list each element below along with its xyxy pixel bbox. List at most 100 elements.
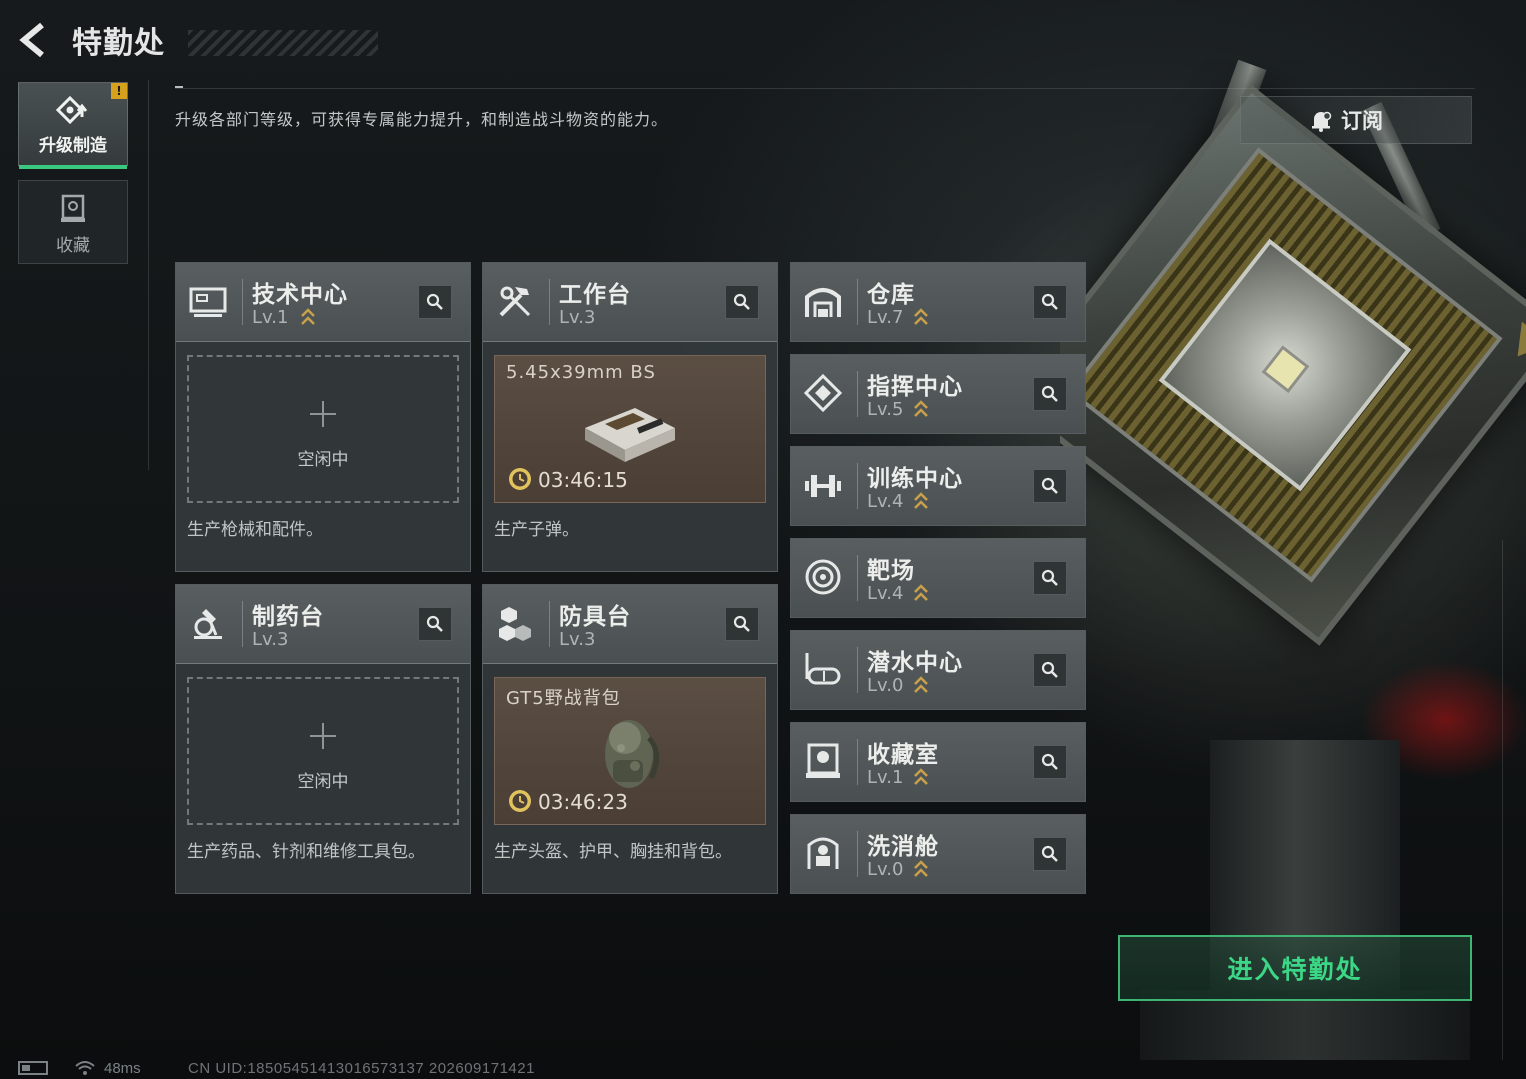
plus-icon xyxy=(310,401,336,427)
search-icon xyxy=(1041,845,1058,862)
frame-line xyxy=(148,80,149,470)
card-level: Lv.4 xyxy=(867,583,904,604)
search-icon xyxy=(1041,293,1058,310)
item-name: GT5野战背包 xyxy=(506,688,621,709)
production-slot-active[interactable]: GT5野战背包 03:46:23 xyxy=(494,677,766,825)
workshop-card-tech-center: 技术中心 Lv.1 空闲中 生产枪械和配件。 xyxy=(175,262,471,572)
production-slot-idle[interactable]: 空闲中 xyxy=(187,355,459,503)
upgrade-available-icon xyxy=(914,492,928,509)
upgrade-icon xyxy=(56,95,88,125)
card-title: 技术中心 xyxy=(252,282,348,308)
header-divider xyxy=(242,601,243,647)
wifi-icon xyxy=(75,1061,95,1075)
tab-collection[interactable]: 收藏 xyxy=(18,180,128,264)
microscope-icon xyxy=(194,609,222,639)
search-icon xyxy=(733,615,750,632)
tab-label: 升级制造 xyxy=(39,136,107,156)
facility-card-diving-center[interactable]: 潜水中心 Lv.0 xyxy=(790,630,1086,710)
card-level: Lv.1 xyxy=(252,307,289,328)
card-description: 生产药品、针剂和维修工具包。 xyxy=(187,842,425,862)
tab-label: 收藏 xyxy=(56,236,90,256)
card-level: Lv.0 xyxy=(867,675,904,696)
search-icon xyxy=(1041,569,1058,586)
diving-mask-icon xyxy=(805,653,841,685)
search-icon xyxy=(1041,385,1058,402)
details-search-button[interactable] xyxy=(1033,561,1067,595)
header-divider xyxy=(549,279,550,325)
details-search-button[interactable] xyxy=(1033,469,1067,503)
warehouse-icon xyxy=(805,288,841,317)
page-description: 升级各部门等级，可获得专属能力提升，和制造战斗物资的能力。 xyxy=(175,110,669,129)
card-header[interactable]: 洗消舱 Lv.0 xyxy=(791,815,1085,893)
search-icon xyxy=(1041,477,1058,494)
details-search-button[interactable] xyxy=(1033,285,1067,319)
item-name: 5.45x39mm BS xyxy=(506,362,656,383)
command-icon xyxy=(803,373,843,413)
details-search-button[interactable] xyxy=(1033,653,1067,687)
backpack-icon xyxy=(605,720,659,788)
details-search-button[interactable] xyxy=(418,285,452,319)
page-title: 特勤处 xyxy=(72,26,165,61)
card-header[interactable]: 潜水中心 Lv.0 xyxy=(791,631,1085,709)
workshop-card-armor-bench: 防具台 Lv.3 GT5野战背包 03:46:23 生产头盔、护甲、胸挂和背包。 xyxy=(482,584,778,894)
facility-card-command-center[interactable]: 指挥中心 Lv.5 xyxy=(790,354,1086,434)
tab-upgrade-craft[interactable]: 升级制造 ! xyxy=(18,82,128,169)
details-search-button[interactable] xyxy=(725,285,759,319)
card-level: Lv.1 xyxy=(867,767,904,788)
details-search-button[interactable] xyxy=(418,607,452,641)
card-description: 生产枪械和配件。 xyxy=(187,520,323,540)
workshop-card-workbench: 工作台 Lv.3 5.45x39mm BS 03:46:15 生产子弹。 xyxy=(482,262,778,572)
details-search-button[interactable] xyxy=(725,607,759,641)
back-arrow-icon[interactable] xyxy=(18,20,50,60)
details-search-button[interactable] xyxy=(1033,837,1067,871)
card-header[interactable]: 防具台 Lv.3 xyxy=(483,585,777,664)
upgrade-available-icon xyxy=(914,860,928,877)
card-title: 洗消舱 xyxy=(867,834,939,860)
card-level: Lv.4 xyxy=(867,491,904,512)
facility-card-decon-chamber[interactable]: 洗消舱 Lv.0 xyxy=(790,814,1086,894)
enter-base-button[interactable]: 进入特勤处 xyxy=(1118,935,1472,1001)
card-header[interactable]: 靶场 Lv.4 xyxy=(791,539,1085,617)
header-divider xyxy=(857,739,858,785)
card-level: Lv.3 xyxy=(559,307,596,328)
ping-readout: 48ms xyxy=(104,1059,141,1077)
production-timer: 03:46:15 xyxy=(538,468,628,492)
collection-icon xyxy=(61,194,85,222)
facility-card-training-center[interactable]: 训练中心 Lv.4 xyxy=(790,446,1086,526)
card-level: Lv.5 xyxy=(867,399,904,420)
card-header[interactable]: 收藏室 Lv.1 xyxy=(791,723,1085,801)
details-search-button[interactable] xyxy=(1033,745,1067,779)
card-title: 训练中心 xyxy=(867,466,963,492)
upgrade-available-icon xyxy=(301,308,315,325)
card-header[interactable]: 工作台 Lv.3 xyxy=(483,263,777,342)
card-description: 生产子弹。 xyxy=(494,520,579,540)
card-title: 仓库 xyxy=(867,282,915,308)
subscribe-button[interactable]: 订阅 xyxy=(1240,96,1472,144)
enter-button-label: 进入特勤处 xyxy=(1227,955,1363,984)
header-divider xyxy=(857,279,858,325)
production-slot-active[interactable]: 5.45x39mm BS 03:46:15 xyxy=(494,355,766,503)
decon-chamber-icon xyxy=(807,837,839,869)
header-divider xyxy=(857,647,858,693)
card-header[interactable]: 制药台 Lv.3 xyxy=(176,585,470,664)
header-divider xyxy=(242,279,243,325)
card-header[interactable]: 指挥中心 Lv.5 xyxy=(791,355,1085,433)
facility-card-warehouse[interactable]: 仓库 Lv.7 xyxy=(790,262,1086,342)
details-search-button[interactable] xyxy=(1033,377,1067,411)
card-level: Lv.0 xyxy=(867,859,904,880)
card-header[interactable]: 仓库 Lv.7 xyxy=(791,263,1085,341)
card-header[interactable]: 技术中心 Lv.1 xyxy=(176,263,470,342)
facility-card-collection-room[interactable]: 收藏室 Lv.1 xyxy=(790,722,1086,802)
search-icon xyxy=(733,293,750,310)
upgrade-available-icon xyxy=(914,584,928,601)
base-scene-artwork xyxy=(1060,60,1526,1060)
bell-icon xyxy=(1312,111,1332,132)
top-divider-tick xyxy=(175,86,183,88)
upgrade-available-icon xyxy=(914,400,928,417)
card-header[interactable]: 训练中心 Lv.4 xyxy=(791,447,1085,525)
card-level: Lv.3 xyxy=(559,629,596,650)
search-icon xyxy=(1041,661,1058,678)
header-divider xyxy=(549,601,550,647)
production-slot-idle[interactable]: 空闲中 xyxy=(187,677,459,825)
facility-card-shooting-range[interactable]: 靶场 Lv.4 xyxy=(790,538,1086,618)
